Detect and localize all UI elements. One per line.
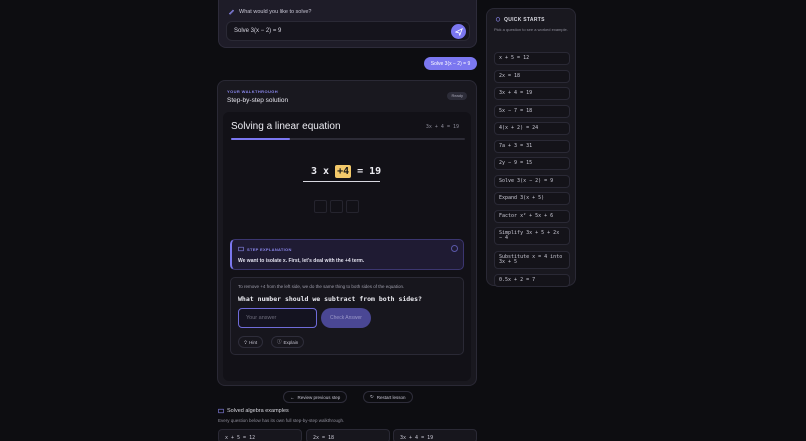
equation-rhs: 19	[369, 166, 382, 177]
quick-start-item[interactable]: Substitute x = 4 into 3x + 5	[494, 251, 570, 269]
walkthrough-kicker: YOUR WALKTHROUGH	[227, 89, 279, 94]
quick-start-item[interactable]: 2y − 9 = 15	[494, 157, 570, 170]
restart-icon: ↻	[370, 394, 374, 399]
solved-examples-header: Solved algebra examples	[218, 408, 289, 414]
quick-start-item[interactable]: 0.5x + 2 = 7	[494, 274, 570, 287]
example-card[interactable]: x + 5 = 12	[218, 429, 302, 441]
question-text: What number should we subtract from both…	[238, 295, 422, 303]
equation-highlight-term: +4	[335, 165, 352, 178]
example-card[interactable]: 3x + 4 = 19	[393, 429, 477, 441]
review-label: Review previous step	[297, 394, 341, 400]
quick-start-item[interactable]: x + 5 = 12	[494, 52, 570, 65]
answer-input[interactable]: Your answer	[238, 308, 317, 328]
quick-start-item[interactable]: 4(x + 2) = 24	[494, 122, 570, 135]
equation-underline	[303, 181, 380, 182]
book-icon	[218, 408, 224, 414]
equation-equals: =	[357, 166, 364, 177]
quick-start-item[interactable]: Expand 3(x + 5)	[494, 192, 570, 205]
step-explanation-label: STEP EXPLANATION	[247, 246, 292, 252]
walkthrough-card: YOUR WALKTHROUGH Step-by-step solution R…	[217, 80, 477, 403]
query-heading: What would you like to solve?	[228, 8, 311, 15]
explain-button[interactable]: ⓘ Explain	[271, 336, 305, 348]
check-answer-button[interactable]: Check Answer	[321, 308, 371, 328]
progress-bar	[231, 138, 465, 140]
book-icon	[238, 246, 244, 252]
query-input[interactable]: Solve 3(x − 2) = 9	[226, 21, 470, 41]
solved-examples-title: Solved algebra examples	[227, 408, 289, 414]
speaker-icon[interactable]	[451, 245, 458, 252]
lesson-equation: 3x + 4 = 19	[425, 124, 459, 130]
equation-display: 3 x +4 = 19	[311, 165, 381, 178]
example-card[interactable]: 2x = 18	[306, 429, 390, 441]
question-card: To remove +4 from the left side, we do t…	[230, 277, 464, 355]
quick-starts-title: QUICK STARTS	[504, 17, 545, 23]
arrow-left-icon: ←	[290, 394, 295, 400]
quick-start-item[interactable]: 3x + 4 = 19	[494, 87, 570, 100]
work-boxes	[314, 200, 359, 213]
quick-start-item[interactable]: 2x = 18	[494, 70, 570, 83]
solved-examples-subtitle: Every question below has its own full st…	[218, 418, 345, 423]
quick-start-item[interactable]: Solve 3(x − 2) = 9	[494, 175, 570, 188]
quick-starts-header: QUICK STARTS	[495, 17, 545, 23]
user-message-bubble: Solve 3(x − 2) = 9	[424, 57, 477, 70]
question-intro: To remove +4 from the left side, we do t…	[238, 284, 405, 289]
hint-button[interactable]: 💡︎ Hint	[238, 336, 264, 348]
step-explanation-text: We want to isolate x. First, let's deal …	[238, 258, 365, 264]
pencil-icon	[228, 9, 235, 15]
bulb-icon: 💡︎	[244, 339, 248, 345]
equation-variable: x	[323, 166, 330, 177]
quick-start-item[interactable]: 5x − 7 = 18	[494, 105, 570, 118]
help-icon: ⓘ	[277, 339, 282, 344]
quick-start-item[interactable]: Simplify 3x + 5 + 2x − 4	[494, 227, 570, 245]
review-previous-button[interactable]: ← Review previous step	[283, 391, 348, 403]
restart-label: Restart lesson	[376, 394, 406, 400]
explain-label: Explain	[283, 339, 299, 345]
query-heading-text: What would you like to solve?	[239, 8, 312, 15]
query-input-value[interactable]: Solve 3(x − 2) = 9	[234, 28, 281, 34]
step-explanation: STEP EXPLANATION We want to isolate x. F…	[230, 239, 464, 270]
quick-starts-panel: QUICK STARTS Pick a question to see a wo…	[486, 8, 576, 287]
progress-fill	[231, 138, 290, 140]
restart-lesson-button[interactable]: ↻ Restart lesson	[363, 391, 413, 403]
lesson-panel: Solving a linear equation 3x + 4 = 19 3 …	[223, 112, 471, 403]
lesson-title: Solving a linear equation	[231, 121, 341, 132]
work-box	[346, 200, 359, 213]
send-button[interactable]	[451, 24, 466, 39]
step-explanation-header: STEP EXPLANATION	[238, 246, 292, 252]
query-card: What would you like to solve? Solve 3(x …	[218, 0, 477, 48]
work-box	[330, 200, 343, 213]
status-badge: Ready	[447, 92, 467, 100]
quick-start-item[interactable]: Factor x² + 5x + 6	[494, 210, 570, 223]
walkthrough-title: Step-by-step solution	[227, 97, 289, 104]
lightbulb-icon	[495, 17, 501, 22]
send-icon	[454, 27, 463, 36]
quick-start-item[interactable]: 7a + 3 = 31	[494, 140, 570, 153]
hint-label: Hint	[249, 339, 258, 345]
answer-placeholder[interactable]: Your answer	[246, 315, 276, 321]
work-box	[314, 200, 327, 213]
equation-coefficient: 3	[311, 166, 318, 177]
quick-starts-subtitle: Pick a question to see a worked example.	[494, 27, 568, 32]
